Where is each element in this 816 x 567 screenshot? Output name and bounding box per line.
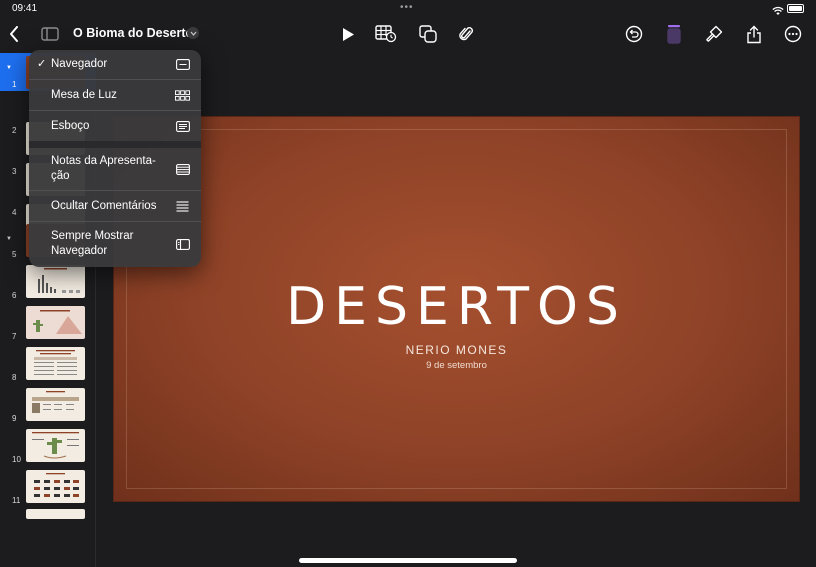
menu-item-presenter-notes[interactable]: Notas da Apresenta-ção (29, 148, 201, 190)
menu-item-always-show-navigator[interactable]: Sempre Mostrar Navegador (29, 222, 201, 267)
slide-thumbnail-row[interactable]: 11 (0, 470, 96, 508)
menu-item-outline[interactable]: Esboço (29, 111, 201, 141)
slide-thumbnail[interactable] (26, 347, 85, 380)
slide-number: 1 (12, 80, 17, 89)
share-icon[interactable] (742, 22, 766, 46)
slide-thumbnail[interactable] (26, 388, 85, 421)
outline-view-icon (175, 120, 190, 132)
status-time: 09:41 (12, 3, 38, 14)
format-panel-icon[interactable] (662, 22, 686, 46)
menu-item-label: Notas da Apresenta-ção (51, 155, 156, 182)
menu-item-hide-comments[interactable]: Ocultar Comentários (29, 191, 201, 221)
slide-thumbnail-row[interactable] (0, 509, 96, 519)
slide-thumbnail[interactable] (26, 509, 85, 519)
slide-number: 4 (12, 208, 17, 217)
document-title[interactable]: O Bioma do Deserto (73, 26, 193, 40)
multitasking-dots-icon[interactable]: ••• (400, 2, 414, 13)
menu-item-navigator[interactable]: ✓ Navegador (29, 50, 201, 79)
toolbar: O Bioma do Deserto (0, 18, 816, 50)
slide-thumbnail-row[interactable]: 8 (0, 347, 96, 385)
comments-lines-icon (175, 200, 190, 212)
slide-thumbnail-row[interactable]: 10 (0, 429, 96, 467)
slide-number: 10 (12, 455, 21, 464)
shapes-icon[interactable] (416, 22, 440, 46)
back-chevron-icon[interactable] (2, 22, 26, 46)
paperclip-icon[interactable] (454, 22, 478, 46)
checkmark-icon: ✓ (37, 58, 47, 70)
slide-thumbnail[interactable] (26, 265, 85, 298)
view-options-menu: ✓ Navegador Mesa de Luz Esboço Notas da … (29, 50, 201, 267)
slide-number: 9 (12, 414, 17, 423)
menu-item-label: Mesa de Luz (51, 89, 117, 101)
insert-table-icon[interactable] (374, 22, 398, 46)
slide-title[interactable]: DESERTOS (114, 277, 799, 337)
slide-number: 2 (12, 126, 17, 135)
slide-thumbnail-row[interactable]: 9 (0, 388, 96, 426)
slide-number: 3 (12, 167, 17, 176)
slide-number: 11 (12, 496, 21, 505)
home-indicator[interactable] (299, 558, 517, 563)
slide-thumbnail-row[interactable]: 6 (0, 265, 96, 303)
slide-thumbnail[interactable] (26, 306, 85, 339)
menu-group-divider (29, 141, 201, 148)
slide-canvas[interactable]: DESERTOS NERIO MONES 9 de setembro (97, 50, 816, 567)
menu-item-light-table[interactable]: Mesa de Luz (29, 80, 201, 110)
sidebar-panel-icon (175, 238, 190, 250)
menu-item-label: Esboço (51, 120, 90, 132)
status-bar: 09:41 ••• (0, 0, 816, 18)
play-icon[interactable] (336, 22, 360, 46)
undo-icon[interactable] (622, 22, 646, 46)
sidebar-toggle-icon[interactable] (38, 22, 62, 46)
slide-number: 5 (12, 250, 17, 259)
navigator-view-icon (175, 58, 190, 70)
title-chevron-down-icon[interactable] (187, 27, 199, 39)
current-slide[interactable]: DESERTOS NERIO MONES 9 de setembro (113, 116, 800, 502)
slide-number: 8 (12, 373, 17, 382)
slide-number: 7 (12, 332, 17, 341)
collapse-triangle-icon[interactable]: ▼ (6, 236, 12, 242)
slide-thumbnail[interactable] (26, 470, 85, 503)
presenter-notes-icon (175, 163, 190, 175)
slide-thumbnail-row[interactable]: 7 (0, 306, 96, 344)
paintbrush-icon[interactable] (702, 22, 726, 46)
light-table-grid-icon (175, 89, 190, 101)
menu-item-label: Navegador (51, 58, 108, 70)
more-options-icon[interactable] (781, 22, 805, 46)
menu-item-label: Ocultar Comentários (51, 200, 157, 212)
slide-number: 6 (12, 291, 17, 300)
slide-date[interactable]: 9 de setembro (114, 360, 799, 371)
collapse-triangle-icon[interactable]: ▼ (6, 65, 12, 71)
battery-icon (787, 4, 804, 13)
slide-thumbnail[interactable] (26, 429, 85, 462)
menu-item-label: Sempre Mostrar Navegador (51, 230, 134, 257)
slide-author[interactable]: NERIO MONES (114, 343, 799, 357)
